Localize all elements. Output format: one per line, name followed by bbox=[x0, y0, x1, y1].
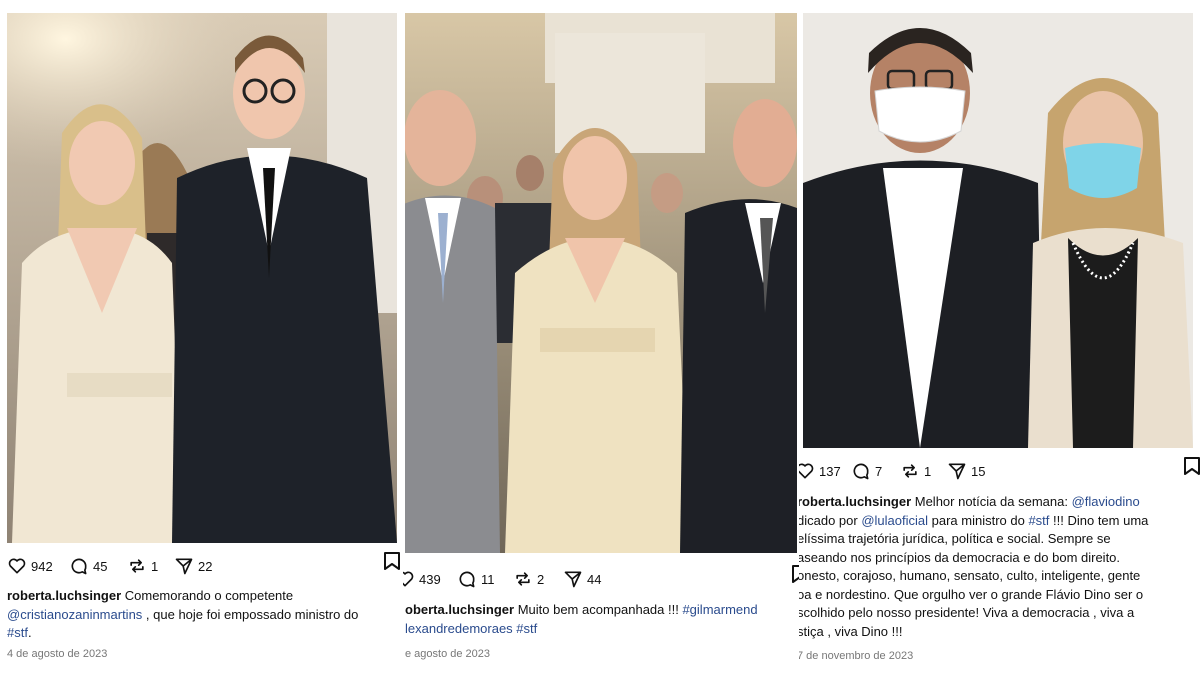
like-count: 439 bbox=[419, 571, 441, 587]
post-date: e agosto de 2023 bbox=[405, 648, 491, 660]
comment-count: 11 bbox=[481, 571, 495, 587]
action-bar: 137 7 1 15 bbox=[799, 456, 1200, 484]
heart-icon bbox=[403, 571, 414, 587]
post-photo[interactable] bbox=[7, 13, 397, 543]
caption-text: . bbox=[27, 625, 32, 640]
like-count: 942 bbox=[31, 558, 53, 574]
username-link[interactable]: roberta.luchsinger bbox=[799, 494, 911, 509]
post-caption: roberta.luchsinger Comemorando o compete… bbox=[7, 587, 358, 643]
caption-line: onesto, corajoso, humano, sensato, culto… bbox=[799, 568, 1141, 583]
comment-icon bbox=[853, 463, 869, 480]
caption-line: aseando nos princípios da democracia e d… bbox=[799, 549, 1121, 565]
share-icon bbox=[948, 463, 966, 480]
repost-button[interactable]: 2 bbox=[513, 566, 544, 592]
share-icon bbox=[175, 558, 193, 575]
heart-icon bbox=[799, 463, 814, 479]
repost-icon bbox=[516, 572, 530, 586]
like-button[interactable]: 137 bbox=[799, 458, 841, 484]
post-date: 4 de agosto de 2023 bbox=[7, 648, 108, 660]
repost-button[interactable]: 1 bbox=[127, 553, 158, 579]
repost-icon bbox=[903, 464, 917, 478]
share-button[interactable]: 44 bbox=[563, 566, 601, 592]
repost-button[interactable]: 1 bbox=[900, 458, 931, 484]
comment-button[interactable]: 11 bbox=[457, 566, 495, 592]
mention-link[interactable]: @lulaoficial bbox=[861, 513, 928, 528]
post-caption: oberta.luchsinger Muito bem acompanhada … bbox=[405, 601, 758, 638]
share-count: 44 bbox=[587, 571, 602, 587]
mention-link[interactable]: @cristianozaninmartins bbox=[7, 607, 142, 622]
hashtag-link[interactable]: #stf bbox=[7, 625, 28, 640]
photo-scene-2 bbox=[405, 13, 797, 553]
mention-link[interactable]: @flaviodino bbox=[1072, 494, 1140, 509]
caption-text: Muito bem acompanhada !!! bbox=[514, 602, 683, 617]
share-count: 22 bbox=[198, 558, 213, 574]
repost-icon bbox=[130, 559, 144, 573]
post-date: 7 de novembro de 2023 bbox=[799, 650, 914, 662]
comment-icon bbox=[71, 558, 87, 575]
like-button[interactable]: 439 bbox=[403, 566, 441, 592]
caption-line: stiça , viva Dino !!! bbox=[799, 623, 903, 639]
post-1: 942 45 1 22 roberta.luchsinger Comemoran… bbox=[0, 0, 403, 675]
caption-text: , que hoje foi empossado ministro do bbox=[142, 606, 359, 622]
username-link[interactable]: roberta.luchsinger bbox=[7, 588, 121, 603]
hashtag-link[interactable]: #stf bbox=[513, 621, 537, 636]
repost-count: 1 bbox=[151, 558, 159, 574]
repost-count: 1 bbox=[924, 463, 932, 479]
bookmark-icon bbox=[792, 565, 799, 583]
share-button[interactable]: 22 bbox=[174, 553, 212, 579]
heart-icon bbox=[8, 558, 26, 574]
like-count: 137 bbox=[819, 463, 841, 479]
repost-count: 2 bbox=[537, 571, 545, 587]
post-3: 137 7 1 15 roberta.luchsinger Melhor not… bbox=[799, 0, 1200, 675]
post-caption: roberta.luchsinger Melhor notícia da sem… bbox=[799, 493, 1148, 641]
caption-text: Melhor notícia da semana: bbox=[911, 494, 1072, 509]
hashtag-link[interactable]: #stf bbox=[1028, 513, 1049, 528]
post-photo[interactable] bbox=[803, 13, 1193, 448]
caption-line: oa e nordestino. Que orgulho ver o grand… bbox=[799, 586, 1144, 602]
save-button[interactable] bbox=[383, 551, 401, 571]
post-photo[interactable] bbox=[405, 13, 797, 553]
post-2: 439 11 2 44 oberta.luchsinger Muito bem … bbox=[403, 0, 799, 675]
comment-count: 7 bbox=[875, 463, 883, 479]
caption-text: Comemorando o competente bbox=[121, 588, 294, 603]
action-bar: 942 45 1 22 bbox=[7, 552, 400, 579]
bookmark-icon bbox=[1184, 457, 1200, 475]
save-button[interactable] bbox=[1183, 456, 1200, 476]
like-button[interactable]: 942 bbox=[7, 553, 53, 579]
comment-count: 45 bbox=[93, 558, 108, 574]
bookmark-icon bbox=[384, 552, 400, 570]
photo-scene-3 bbox=[803, 13, 1193, 448]
caption-line: scolhido pelo nosso presidente! Viva a d… bbox=[799, 605, 1135, 620]
share-count: 15 bbox=[971, 463, 986, 479]
username-link[interactable]: oberta.luchsinger bbox=[405, 602, 514, 617]
share-icon bbox=[564, 571, 582, 588]
caption-text: !!! Dino tem uma bbox=[1049, 512, 1149, 528]
comment-button[interactable]: 45 bbox=[69, 553, 107, 579]
comment-icon bbox=[459, 571, 475, 588]
caption-line: elíssima trajetória jurídica, política e… bbox=[799, 531, 1111, 546]
photo-scene-1 bbox=[7, 13, 397, 543]
caption-text: dicado por bbox=[799, 512, 862, 528]
save-button[interactable] bbox=[791, 564, 799, 584]
comment-button[interactable]: 7 bbox=[851, 458, 882, 484]
caption-text: para ministro do bbox=[928, 512, 1029, 528]
share-button[interactable]: 15 bbox=[947, 458, 985, 484]
action-bar: 439 11 2 44 bbox=[403, 565, 799, 592]
mention-link[interactable]: lexandredemoraes bbox=[405, 621, 513, 636]
mention-link[interactable]: #gilmarmend bbox=[682, 602, 757, 617]
